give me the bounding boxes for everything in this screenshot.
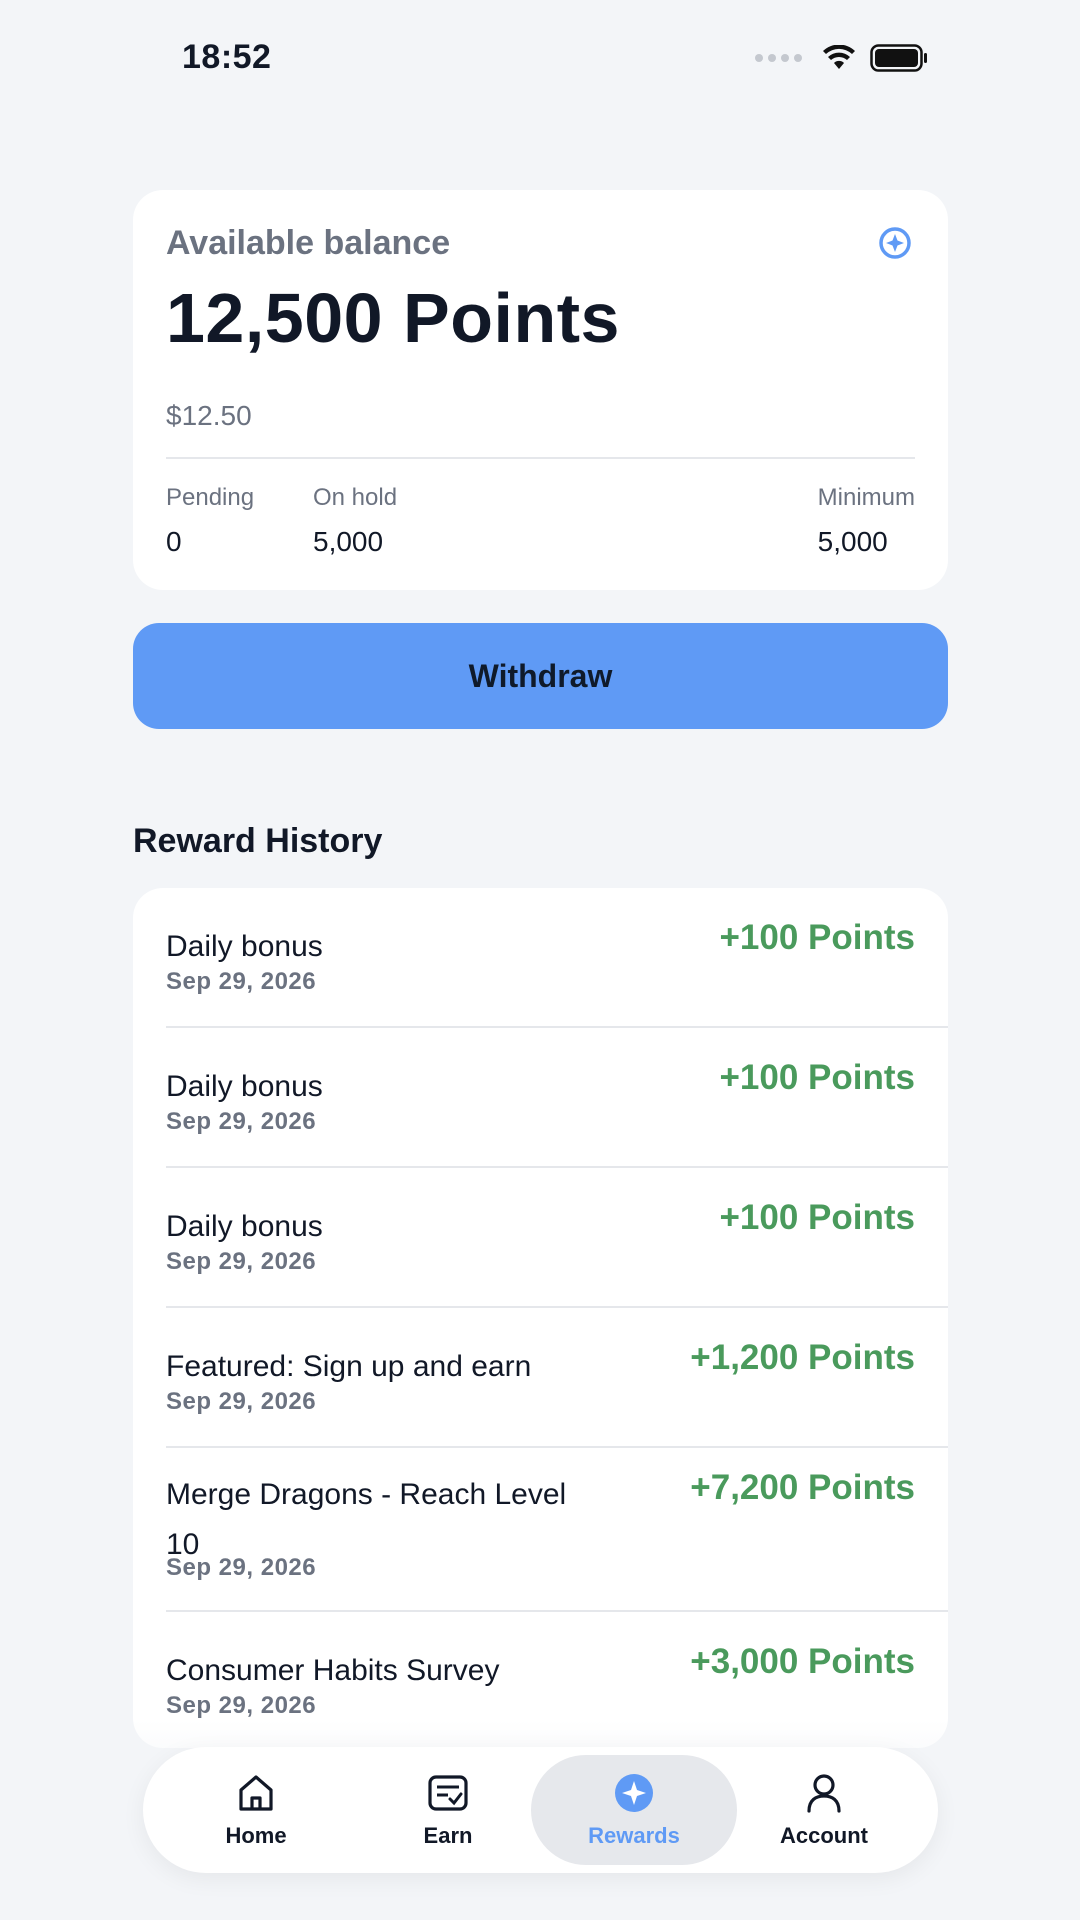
reward-amount: +7,200 Points — [690, 1468, 915, 1507]
balance-label: Available balance — [166, 224, 451, 262]
reward-amount: +3,000 Points — [690, 1642, 915, 1681]
list-item[interactable]: Daily bonus Sep 29, 2026 +100 Points — [133, 1168, 948, 1308]
battery-icon — [870, 44, 927, 72]
nav-label: Account — [780, 1823, 868, 1848]
stat-value: 0 — [166, 526, 182, 557]
reward-amount: +100 Points — [719, 1058, 915, 1097]
list-item[interactable]: Daily bonus Sep 29, 2026 +100 Points — [133, 1028, 948, 1168]
reward-date: Sep 29, 2026 — [166, 1108, 317, 1135]
reward-history-title: Reward History — [133, 822, 383, 860]
status-bar: 18:52 — [0, 0, 1080, 120]
stat-label: Minimum — [817, 484, 915, 511]
nav-item-rewards[interactable]: Rewards — [531, 1755, 737, 1865]
reward-amount: +100 Points — [719, 1198, 915, 1237]
stat-value: 5,000 — [313, 526, 384, 557]
stat-minimum: Minimum 5,000 — [818, 484, 915, 558]
reward-date: Sep 29, 2026 — [166, 1692, 317, 1719]
divider — [166, 457, 915, 459]
bottom-nav: Home Earn Rewards Account — [143, 1747, 938, 1873]
nav-item-home[interactable]: Home — [153, 1755, 359, 1865]
nav-label: Home — [225, 1823, 287, 1848]
status-icons — [755, 44, 928, 72]
stat-on-hold: On hold 5,000 — [313, 484, 397, 558]
rewards-icon — [615, 1774, 653, 1812]
nav-item-earn[interactable]: Earn — [345, 1755, 551, 1865]
home-icon — [239, 1775, 273, 1811]
account-icon — [807, 1774, 841, 1813]
list-item[interactable]: Featured: Sign up and earn Sep 29, 2026 … — [133, 1308, 948, 1448]
reward-history-list: Daily bonus Sep 29, 2026 +100 Points Dai… — [133, 888, 948, 1748]
withdraw-button[interactable]: Withdraw — [133, 623, 948, 729]
stat-value: 5,000 — [817, 526, 888, 557]
balance-usd-value: $12.50 — [166, 400, 252, 431]
reward-title: Daily bonus — [166, 930, 323, 963]
nav-item-account[interactable]: Account — [721, 1755, 927, 1865]
nav-label: Earn — [423, 1823, 473, 1848]
reward-title: Daily bonus — [166, 1210, 323, 1243]
reward-title: Consumer Habits Survey — [166, 1654, 500, 1687]
reward-amount: +100 Points — [719, 918, 915, 957]
balance-card: Available balance 12,500 Points $12.50 P… — [133, 190, 948, 590]
reward-date: Sep 29, 2026 — [166, 968, 317, 995]
list-item[interactable]: Merge Dragons - Reach Level 10 Sep 29, 2… — [133, 1448, 948, 1612]
stat-pending: Pending 0 — [166, 484, 254, 558]
balance-amount: 12,500 Points — [166, 279, 620, 357]
rewards-screen: 18:52 Available balance 12,500 Points $1… — [0, 0, 1080, 1920]
wifi-icon — [823, 45, 855, 69]
reward-title: Featured: Sign up and earn — [166, 1350, 532, 1383]
nav-label: Rewards — [588, 1823, 680, 1848]
reward-date: Sep 29, 2026 — [166, 1554, 317, 1581]
reward-title: Daily bonus — [166, 1070, 323, 1103]
stat-label: On hold — [313, 484, 398, 511]
reward-date: Sep 29, 2026 — [166, 1248, 317, 1275]
status-time: 18:52 — [182, 38, 272, 76]
stat-label: Pending — [166, 484, 255, 511]
sparkle-icon[interactable] — [878, 226, 912, 260]
list-item[interactable]: Daily bonus Sep 29, 2026 +100 Points — [133, 888, 948, 1028]
reward-amount: +1,200 Points — [690, 1338, 915, 1377]
signal-icon — [755, 54, 802, 62]
earn-icon — [428, 1775, 468, 1811]
reward-date: Sep 29, 2026 — [166, 1388, 317, 1415]
